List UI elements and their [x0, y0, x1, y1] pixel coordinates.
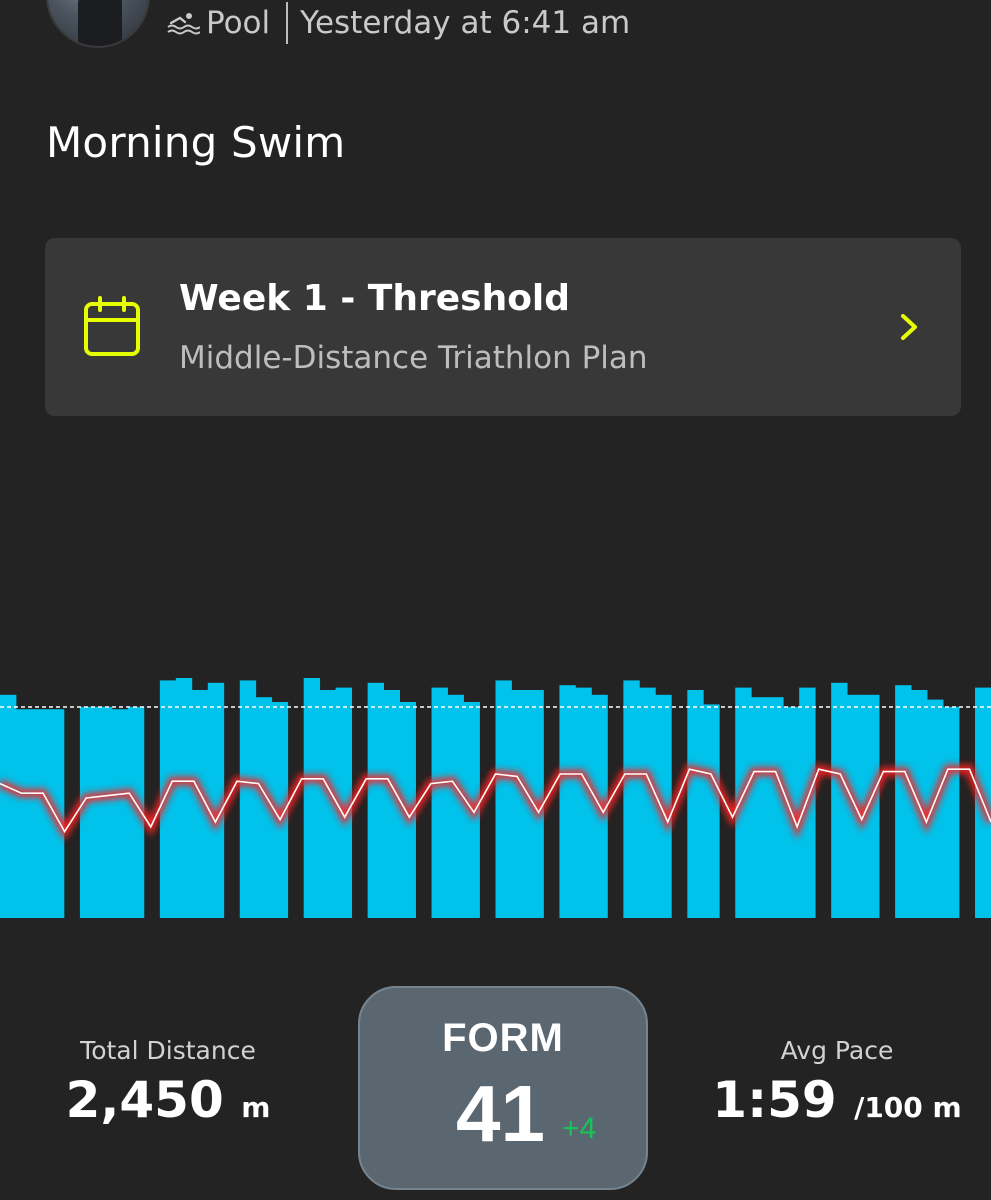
- avg-pace-label: Avg Pace: [780, 1036, 894, 1065]
- distance-unit: m: [241, 1091, 271, 1124]
- pace-bar: [767, 697, 784, 918]
- plan-subtitle: Middle-Distance Triathlon Plan: [179, 340, 648, 376]
- calendar-icon: [84, 296, 140, 356]
- activity-timestamp: Yesterday at 6:41 am: [300, 5, 631, 41]
- avg-pace-value: 1:59 /100 m: [682, 1071, 991, 1129]
- total-distance-stat: Total Distance 2,450 m: [0, 1036, 336, 1129]
- avg-pace-stat: Avg Pace 1:59 /100 m: [682, 1036, 991, 1129]
- form-delta: +4: [562, 1112, 597, 1145]
- pace-number: 1:59: [712, 1071, 837, 1129]
- pace-bar: [111, 709, 129, 918]
- pace-bar: [639, 687, 656, 918]
- pace-bar: [239, 680, 257, 918]
- avatar[interactable]: [46, 0, 150, 48]
- pace-bar: [751, 697, 768, 918]
- activity-type: Pool: [206, 5, 271, 41]
- activity-title[interactable]: Morning Swim: [46, 118, 345, 167]
- pace-unit: /100 m: [854, 1091, 962, 1124]
- pace-bar: [31, 709, 49, 918]
- chevron-right-icon[interactable]: [899, 312, 921, 342]
- pace-bar: [575, 687, 592, 918]
- pace-bar: [207, 682, 225, 918]
- form-score-card[interactable]: FORM 41 +4: [358, 986, 648, 1190]
- pace-bar: [511, 690, 528, 918]
- pace-bar: [495, 680, 512, 918]
- plan-title: Week 1 - Threshold: [179, 278, 571, 319]
- activity-meta: Pool Yesterday at 6:41 am: [166, 2, 630, 44]
- training-plan-card[interactable]: Week 1 - Threshold Middle-Distance Triat…: [45, 238, 961, 416]
- pace-bar: [175, 678, 193, 918]
- pace-bar: [943, 706, 960, 918]
- pace-bar: [559, 685, 576, 918]
- pace-bar: [431, 687, 448, 918]
- pace-bar: [623, 680, 640, 918]
- swim-chart: [0, 678, 991, 918]
- pace-bar: [447, 694, 464, 918]
- pace-bar: [95, 706, 113, 918]
- pace-bar: [687, 690, 704, 918]
- total-distance-value: 2,450 m: [0, 1071, 336, 1129]
- pace-bar: [0, 694, 17, 918]
- pace-bars: [0, 678, 991, 918]
- avatar-figure: [78, 0, 122, 46]
- pace-bar: [895, 685, 912, 918]
- pace-bar: [367, 682, 385, 918]
- total-distance-label: Total Distance: [80, 1036, 256, 1065]
- pace-bar: [303, 678, 321, 918]
- pace-bar: [831, 682, 848, 918]
- pace-bar: [703, 704, 720, 918]
- meta-divider: [286, 2, 289, 44]
- swim-icon: [167, 13, 200, 35]
- form-value: 41: [456, 1069, 545, 1158]
- pace-bar: [15, 709, 33, 918]
- distance-number: 2,450: [65, 1071, 224, 1129]
- pace-bar: [79, 706, 97, 918]
- form-label: FORM: [442, 1016, 564, 1060]
